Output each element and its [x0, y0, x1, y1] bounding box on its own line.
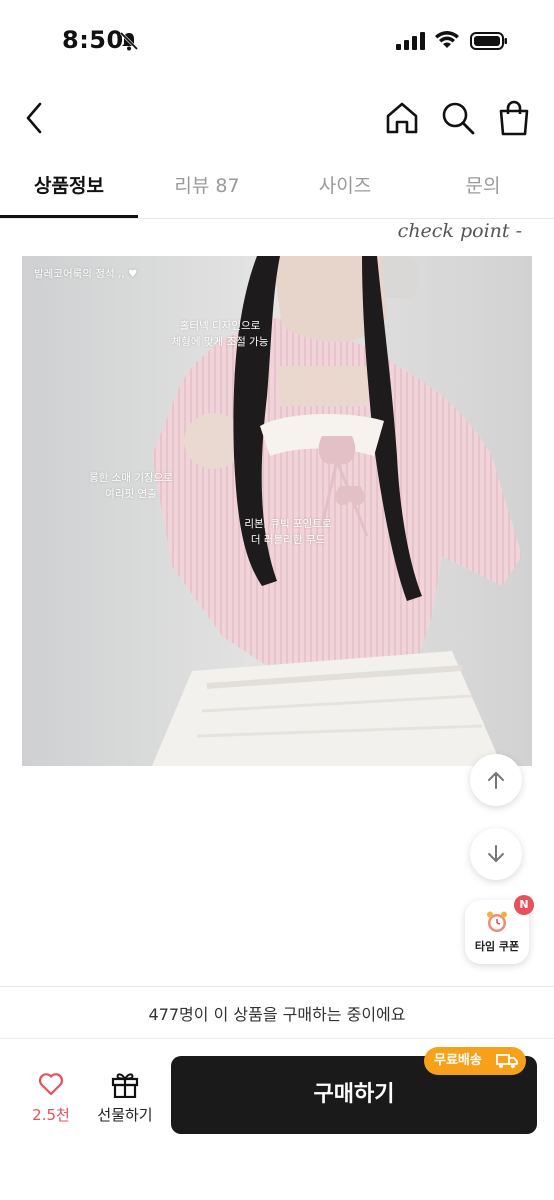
gift-icon: [111, 1073, 139, 1098]
like-count: 2.5천: [32, 1106, 70, 1124]
overlay-text-ribbon: 리본, 큐빅 포인트로 더 러블리한 무드: [244, 518, 332, 546]
tab-inquiry[interactable]: 문의: [414, 160, 552, 216]
bell-off-icon: [119, 31, 139, 51]
alarm-clock-icon: [487, 911, 507, 932]
time-coupon-label: 타임 쿠폰: [474, 940, 520, 953]
arrow-up-icon: [488, 772, 504, 789]
heart-icon: [38, 1073, 64, 1096]
arrow-down-icon: [488, 845, 504, 862]
battery-icon: [470, 32, 507, 50]
back-icon[interactable]: [18, 98, 54, 138]
free-shipping-badge: 무료배송: [424, 1047, 526, 1075]
overlay-text-halter: 홀터넥 디자인으로 체형에 맞게 조절 가능: [171, 320, 269, 348]
tab-bar: 상품정보 리뷰 87 사이즈 문의: [0, 160, 554, 219]
bottom-divider-2: [0, 1038, 554, 1039]
truck-icon: [496, 1054, 518, 1068]
home-icon[interactable]: [382, 98, 422, 138]
signal-icon: [396, 32, 425, 50]
like-button[interactable]: 2.5천: [26, 1068, 76, 1128]
search-icon[interactable]: [438, 98, 478, 138]
status-time: 8:50: [62, 26, 124, 54]
buyers-count-text: 477명이 이 상품을 구매하는 중이에요: [148, 1005, 406, 1024]
new-badge: N: [514, 895, 534, 915]
scroll-top-button[interactable]: [470, 754, 522, 806]
tab-reviews[interactable]: 리뷰 87: [138, 160, 276, 216]
overlay-text-sleeve: 롱한 소매 기장으로 여리핏 연출: [89, 472, 173, 500]
overlay-tag: 발레코어룩의 정석 ,, ♥: [34, 268, 138, 280]
bottom-divider: [0, 986, 554, 987]
check-point-heading: check point -: [397, 220, 522, 242]
tab-product-info[interactable]: 상품정보: [0, 160, 138, 216]
product-image: 발레코어룩의 정석 ,, ♥ 홀터넥 디자인으로 체형에 맞게 조절 가능 롱한…: [22, 256, 532, 766]
active-tab-indicator: [0, 215, 138, 218]
gift-label: 선물하기: [97, 1106, 153, 1124]
tab-size[interactable]: 사이즈: [276, 160, 414, 216]
scroll-bottom-button[interactable]: [470, 828, 522, 880]
gift-button[interactable]: 선물하기: [92, 1068, 158, 1128]
wifi-icon: [435, 31, 459, 48]
free-shipping-label: 무료배송: [434, 1053, 482, 1068]
shopping-bag-icon[interactable]: [494, 98, 534, 138]
